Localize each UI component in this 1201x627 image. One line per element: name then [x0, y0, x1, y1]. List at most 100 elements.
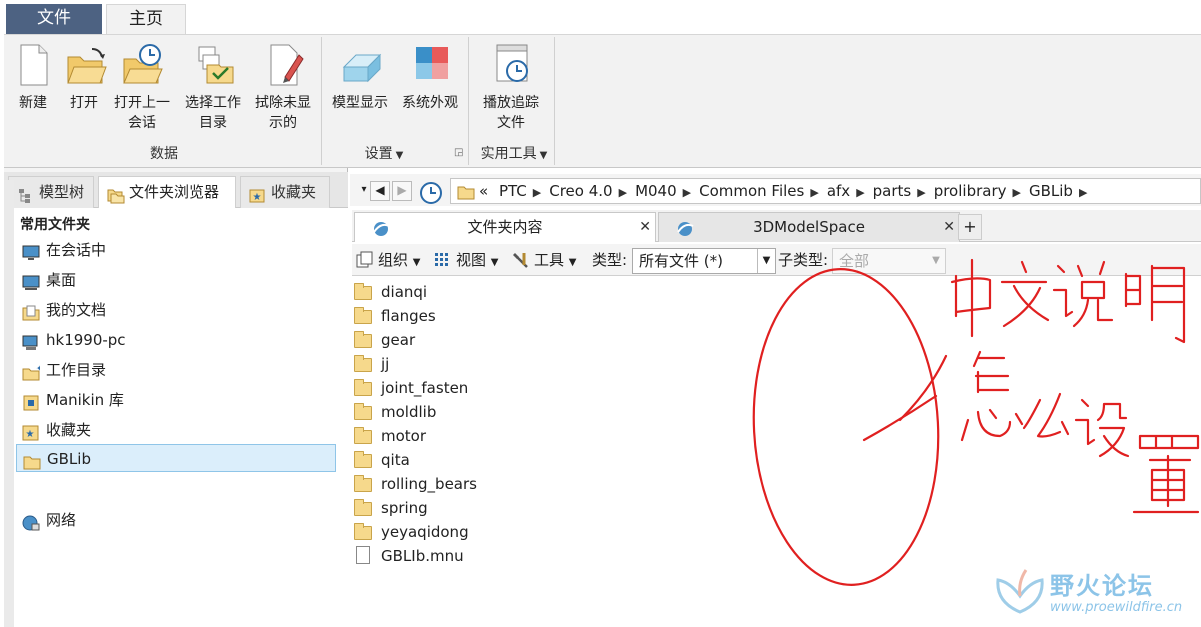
folder-item-computer[interactable]: hk1990-pc — [16, 326, 336, 354]
folder-row-motor[interactable]: motor — [354, 424, 426, 448]
file-row-gblib-mnu[interactable]: GBLIb.mnu — [354, 544, 464, 568]
ribbon: 新建 打开 打开上一 会话 选择工作 目录 拭除未显 示的 模型显示 系统外观 … — [4, 34, 1201, 168]
svg-text:✦: ✦ — [36, 365, 40, 373]
chevron-down-icon: ▼ — [490, 257, 499, 268]
watermark: 野火论坛 www.proewildfire.cn — [990, 562, 1201, 627]
folder-item-network[interactable]: 网络 — [16, 506, 336, 534]
view-button[interactable]: 视图 ▼ — [432, 250, 499, 273]
organize-button[interactable]: 组织 ▼ — [354, 250, 421, 273]
folder-icon — [23, 451, 41, 470]
breadcrumb-chevron-icon[interactable]: ▶ — [917, 186, 925, 199]
folder-row-flanges[interactable]: flanges — [354, 304, 436, 328]
play-trail-file-button[interactable]: 播放追踪 文件 — [478, 41, 544, 133]
tab-file[interactable]: 文件 — [6, 4, 102, 34]
breadcrumb-item[interactable]: PTC — [499, 182, 527, 200]
back-button[interactable]: ◀ — [370, 181, 390, 201]
chevron-down-icon: ▼ — [757, 249, 775, 273]
folder-row-qita[interactable]: qita — [354, 448, 410, 472]
open-last-session-button[interactable]: 打开上一 会话 — [110, 41, 174, 133]
subtype-label: 子类型: — [778, 251, 829, 269]
folder-icon — [354, 451, 372, 468]
breadcrumb-chevron-icon[interactable]: ▶ — [856, 186, 864, 199]
watermark-title: 野火论坛 — [1050, 572, 1154, 600]
history-button[interactable] — [418, 181, 444, 205]
svg-text:★: ★ — [253, 192, 262, 203]
breadcrumb-overflow[interactable]: « — [479, 182, 488, 200]
breadcrumb-chevron-icon[interactable]: ▶ — [683, 186, 691, 199]
folder-row-gear[interactable]: gear — [354, 328, 415, 352]
documents-icon — [22, 302, 40, 321]
folder-row-dianqi[interactable]: dianqi — [354, 280, 427, 304]
group-label-utilities[interactable]: 实用工具 ▼ — [472, 143, 556, 163]
tab-3dmodelspace[interactable]: 3DModelSpace ✕ — [658, 212, 960, 242]
file-toolbar: 组织 ▼ 视图 ▼ 工具 ▼ 类型: 所有文件 (*) ▼ 子类型: 全部 ▼ — [352, 244, 1201, 276]
view-grid-icon — [434, 251, 452, 269]
new-tab-button[interactable]: + — [958, 214, 982, 240]
forward-button[interactable]: ▶ — [392, 181, 412, 201]
group-separator — [321, 37, 322, 165]
type-select[interactable]: 所有文件 (*) ▼ — [632, 248, 776, 274]
breadcrumb-item[interactable]: afx — [827, 182, 850, 200]
breadcrumb[interactable]: « PTC ▶ Creo 4.0 ▶ M040 ▶ Common Files ▶ afx ▶ par… — [450, 178, 1201, 204]
history-icon — [420, 182, 442, 204]
folder-icon — [354, 331, 372, 348]
folder-item-favorites[interactable]: ★ 收藏夹 — [16, 416, 336, 444]
breadcrumb-chevron-icon[interactable]: ▶ — [810, 186, 818, 199]
breadcrumb-chevron-icon[interactable]: ▶ — [619, 186, 627, 199]
folder-row-joint-fasten[interactable]: joint_fasten — [354, 376, 468, 400]
tab-model-tree[interactable]: 模型树 — [8, 176, 94, 208]
tab-folder-contents[interactable]: 文件夹内容 ✕ — [354, 212, 656, 242]
folder-row-yeyaqidong[interactable]: yeyaqidong — [354, 520, 469, 544]
breadcrumb-item[interactable]: prolibrary — [934, 182, 1007, 200]
folder-row-moldlib[interactable]: moldlib — [354, 400, 436, 424]
folder-item-my-documents[interactable]: 我的文档 — [16, 296, 336, 324]
folder-row-jj[interactable]: jj — [354, 352, 389, 376]
folder-item-gblib[interactable]: GBLib — [16, 444, 336, 472]
group-separator — [468, 37, 469, 165]
folder-item-desktop[interactable]: 桌面 — [16, 266, 336, 294]
breadcrumb-item[interactable]: parts — [873, 182, 912, 200]
folder-row-spring[interactable]: spring — [354, 496, 428, 520]
browser-tabs: 文件夹内容 ✕ 3DModelSpace ✕ + — [352, 210, 1201, 242]
subtype-select[interactable]: 全部 ▼ — [832, 248, 946, 274]
model-tree-icon — [17, 184, 33, 203]
group-label-settings[interactable]: 设置 ▼ — [354, 143, 414, 163]
tab-folder-browser[interactable]: 文件夹浏览器 — [98, 176, 236, 208]
browser-globe-icon — [675, 219, 695, 237]
close-tab-icon[interactable]: ✕ — [943, 213, 955, 241]
favorites-icon: ★ — [249, 184, 265, 203]
monitor-icon — [22, 242, 40, 260]
tab-favorites[interactable]: ★ 收藏夹 — [240, 176, 330, 208]
close-tab-icon[interactable]: ✕ — [639, 213, 651, 241]
system-appearance-button[interactable]: 系统外观 — [398, 41, 462, 113]
breadcrumb-chevron-icon[interactable]: ▶ — [1079, 186, 1087, 199]
erase-not-displayed-button[interactable]: 拭除未显 示的 — [250, 41, 316, 133]
open-session-icon — [122, 41, 163, 89]
select-working-directory-button[interactable]: 选择工作 目录 — [180, 41, 246, 133]
svg-text:★: ★ — [26, 429, 35, 440]
breadcrumb-item[interactable]: Creo 4.0 — [549, 182, 612, 200]
breadcrumb-item[interactable]: GBLib — [1029, 182, 1073, 200]
creo-window: { "ribbon": { "tabs": [{"label": "文件"}, … — [0, 0, 1201, 627]
breadcrumb-chevron-icon[interactable]: ▶ — [533, 186, 541, 199]
folder-icon — [354, 307, 372, 324]
breadcrumb-item[interactable]: M040 — [635, 182, 677, 200]
folder-icon — [354, 379, 372, 396]
open-button[interactable]: 打开 — [60, 41, 108, 113]
computer-icon — [22, 332, 40, 350]
breadcrumb-chevron-icon[interactable]: ▶ — [1013, 186, 1021, 199]
navigator-collapse-strip[interactable] — [4, 180, 14, 627]
folder-item-in-session[interactable]: 在会话中 — [16, 236, 336, 264]
folder-item-manikin-library[interactable]: Manikin 库 — [16, 386, 336, 414]
dialog-launcher-icon[interactable]: ◲ — [454, 147, 463, 158]
tools-button[interactable]: 工具 ▼ — [510, 250, 577, 273]
new-button[interactable]: 新建 — [12, 41, 54, 113]
document-icon — [354, 546, 372, 564]
system-appearance-icon — [410, 41, 450, 89]
folder-row-rolling-bears[interactable]: rolling_bears — [354, 472, 477, 496]
tab-home[interactable]: 主页 — [106, 4, 186, 34]
breadcrumb-item[interactable]: Common Files — [699, 182, 804, 200]
folder-item-working-directory[interactable]: ✦ 工作目录 — [16, 356, 336, 384]
watermark-url: www.proewildfire.cn — [1050, 600, 1183, 615]
model-display-button[interactable]: 模型显示 — [328, 41, 392, 113]
